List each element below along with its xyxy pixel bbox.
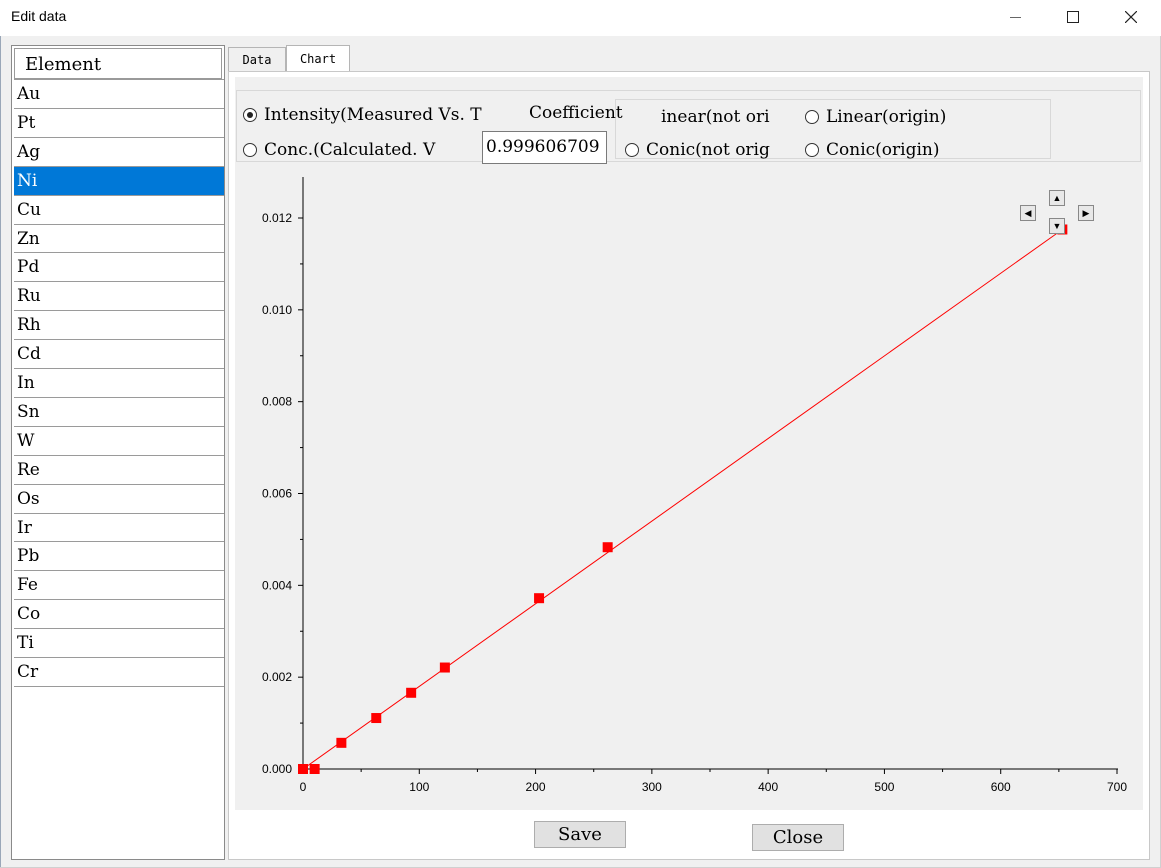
radio-unselected-icon xyxy=(243,143,257,157)
pan-left-button[interactable]: ◀ xyxy=(1020,205,1036,221)
x-tick-label: 200 xyxy=(526,780,546,794)
pan-up-button[interactable]: ▲ xyxy=(1049,190,1065,206)
maximize-icon xyxy=(1067,11,1079,23)
list-item[interactable]: Re xyxy=(14,454,224,484)
data-point xyxy=(439,662,450,673)
linear-origin-radio[interactable]: Linear(origin) xyxy=(805,106,985,128)
data-point xyxy=(309,764,320,774)
list-item[interactable]: Pt xyxy=(14,107,224,137)
minimize-button[interactable] xyxy=(992,0,1038,34)
list-item[interactable]: Co xyxy=(14,599,224,629)
list-item[interactable]: W xyxy=(14,425,224,455)
intensity-radio-label: Intensity(Measured Vs. T xyxy=(264,105,482,125)
list-item[interactable]: Os xyxy=(14,483,224,513)
conic-origin-label: Conic(origin) xyxy=(826,140,940,160)
list-item[interactable]: Cr xyxy=(14,657,224,686)
x-tick-label: 700 xyxy=(1107,780,1127,794)
element-list-header[interactable]: Element xyxy=(14,48,222,79)
list-item[interactable]: In xyxy=(14,368,224,397)
data-point xyxy=(406,687,417,698)
close-dialog-button[interactable]: Close xyxy=(752,824,844,851)
list-item[interactable]: Rh xyxy=(14,310,224,340)
coefficient-label: Coefficient xyxy=(529,103,623,123)
y-tick-label: 0.004 xyxy=(262,578,292,592)
tab-chart[interactable]: Chart xyxy=(286,45,350,71)
element-list[interactable]: Element Au Pt Ag Ni Cu Zn Pd Ru Rh Cd In Sn W Re Os Ir P… xyxy=(11,45,225,860)
data-point xyxy=(336,737,347,748)
list-item[interactable]: Ni xyxy=(14,165,224,195)
list-item[interactable]: Ag xyxy=(14,136,224,166)
linear-not-origin-label: inear(not ori xyxy=(661,107,770,127)
arrow-right-icon: ▶ xyxy=(1082,207,1090,218)
data-point xyxy=(371,713,382,724)
list-divider xyxy=(14,685,224,687)
linear-not-origin-radio[interactable]: inear(not ori xyxy=(661,106,805,128)
arrow-up-icon: ▲ xyxy=(1052,192,1062,203)
fit-line xyxy=(302,229,1063,770)
y-tick-label: 0.010 xyxy=(262,303,292,317)
list-item[interactable]: Ir xyxy=(14,512,224,542)
list-item[interactable]: Au xyxy=(14,79,224,108)
list-item[interactable]: Ti xyxy=(14,628,224,658)
close-button[interactable] xyxy=(1108,0,1154,34)
coefficient-field[interactable]: 0.999606709 xyxy=(482,131,607,164)
list-item[interactable]: Zn xyxy=(14,223,224,253)
data-point xyxy=(534,593,545,604)
radio-unselected-icon xyxy=(805,110,819,124)
list-item[interactable]: Cu xyxy=(14,194,224,224)
list-item[interactable]: Cd xyxy=(14,339,224,369)
x-tick-label: 0 xyxy=(300,780,307,794)
close-icon xyxy=(1125,11,1137,23)
concentration-radio-label: Conc.(Calculated. V xyxy=(264,140,436,160)
maximize-button[interactable] xyxy=(1050,0,1096,34)
title-bar: Edit data xyxy=(0,0,1161,36)
concentration-radio[interactable]: Conc.(Calculated. V xyxy=(243,139,481,161)
calibration-chart: 0 100 200 300 400 500 600 700 0.000 0.002 0.004 0.0… xyxy=(262,177,1127,794)
list-item[interactable]: Pb xyxy=(14,541,224,571)
x-tick-label: 600 xyxy=(991,780,1011,794)
radio-selected-icon xyxy=(243,108,257,122)
list-item[interactable]: Fe xyxy=(14,570,224,600)
list-item[interactable]: Ru xyxy=(14,281,224,311)
data-point xyxy=(298,764,308,774)
list-item[interactable]: Pd xyxy=(14,252,224,282)
arrow-left-icon: ◀ xyxy=(1024,207,1032,218)
window-title: Edit data xyxy=(11,8,67,24)
x-tick-label: 400 xyxy=(758,780,778,794)
save-button[interactable]: Save xyxy=(534,821,626,848)
y-tick-label: 0.006 xyxy=(262,487,292,501)
intensity-radio[interactable]: Intensity(Measured Vs. T xyxy=(243,104,525,126)
x-tick-label: 300 xyxy=(642,780,662,794)
conic-not-origin-radio[interactable]: Conic(not orig xyxy=(625,139,805,161)
y-tick-label: 0.000 xyxy=(262,762,292,776)
pan-right-button[interactable]: ▶ xyxy=(1078,205,1094,221)
conic-origin-radio[interactable]: Conic(origin) xyxy=(805,139,985,161)
x-tick-label: 100 xyxy=(409,780,429,794)
tab-data[interactable]: Data xyxy=(228,47,286,71)
radio-unselected-icon xyxy=(625,143,639,157)
y-tick-label: 0.008 xyxy=(262,395,292,409)
radio-unselected-icon xyxy=(805,143,819,157)
window-border xyxy=(0,36,1,868)
data-point xyxy=(602,542,613,553)
list-item[interactable]: Sn xyxy=(14,396,224,426)
pan-down-button[interactable]: ▼ xyxy=(1049,218,1065,234)
minimize-icon xyxy=(1009,16,1021,18)
arrow-down-icon: ▼ xyxy=(1052,220,1062,231)
linear-origin-label: Linear(origin) xyxy=(826,107,947,127)
x-tick-label: 500 xyxy=(874,780,894,794)
y-tick-label: 0.002 xyxy=(262,670,292,684)
y-tick-label: 0.012 xyxy=(262,211,292,225)
conic-not-origin-label: Conic(not orig xyxy=(646,140,770,160)
